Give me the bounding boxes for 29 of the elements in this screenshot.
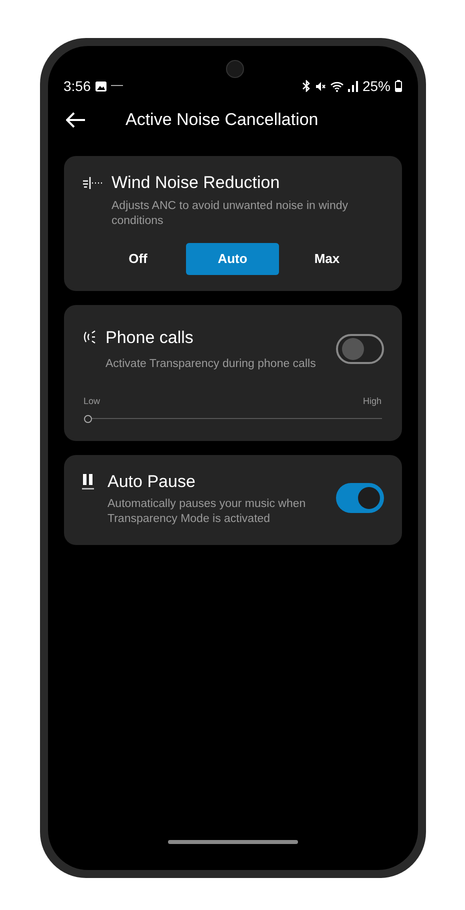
wind-title: Wind Noise Reduction	[112, 172, 280, 194]
auto-pause-description: Automatically pauses your music when Transparency Mode is activated	[108, 497, 307, 528]
phone-calls-title: Phone calls	[106, 326, 194, 348]
slider-thumb[interactable]	[84, 414, 92, 423]
status-time: 3:56	[64, 76, 91, 96]
page-title: Active Noise Cancellation	[126, 109, 318, 132]
mute-icon	[315, 80, 326, 92]
slider-max-label: High	[362, 395, 382, 408]
camera-icon	[226, 60, 244, 78]
toggle-switch[interactable]	[336, 483, 384, 513]
bluetooth-icon	[302, 80, 312, 92]
segment-option[interactable]: Off	[92, 242, 184, 274]
battery-percentage: 25%	[362, 76, 390, 96]
wifi-icon	[330, 80, 344, 92]
segment-option[interactable]: Auto	[186, 242, 279, 274]
slider-track[interactable]	[84, 414, 382, 423]
toggle-switch[interactable]	[336, 334, 384, 364]
segment-option[interactable]: Max	[280, 242, 374, 274]
signal-icon	[348, 80, 358, 92]
wind-icon	[82, 176, 102, 190]
pause-icon	[82, 474, 94, 490]
auto-pause-title: Auto Pause	[108, 470, 196, 493]
phone-calls-description: Activate Transparency during phone calls	[106, 357, 317, 372]
battery-icon	[394, 80, 402, 92]
image-icon	[94, 80, 107, 92]
slider-min-label: Low	[84, 395, 100, 408]
sound-waves-icon	[82, 330, 96, 344]
back-arrow-icon	[66, 112, 86, 128]
wind-description: Adjusts ANC to avoid unwanted noise in windy conditions	[112, 198, 350, 228]
